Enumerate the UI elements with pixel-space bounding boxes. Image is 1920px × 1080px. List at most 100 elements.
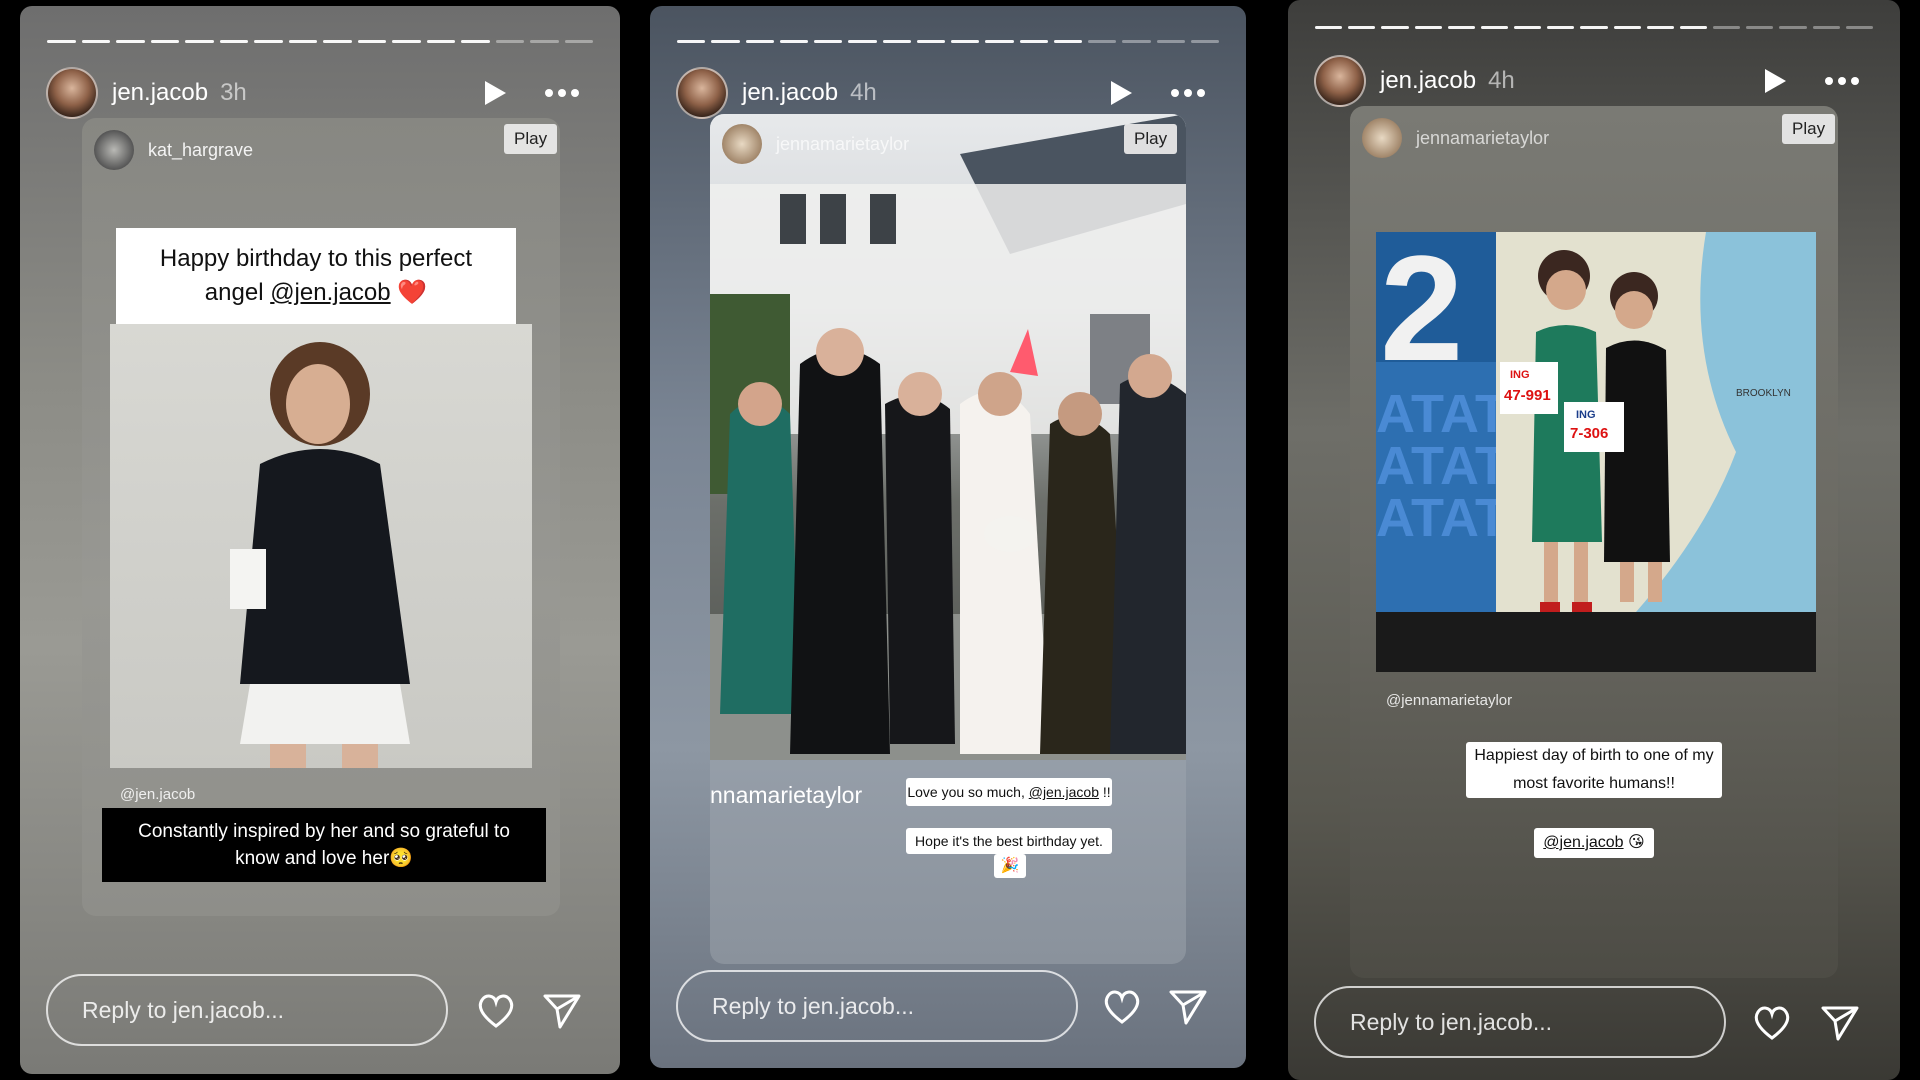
card-avatar[interactable] <box>1362 118 1402 158</box>
reply-placeholder: Reply to jen.jacob... <box>712 992 915 1019</box>
progress-segment <box>323 40 352 43</box>
play-button[interactable]: Play <box>504 124 558 154</box>
reshared-story-card[interactable]: jennamarietaylor Play 2 ATAT ATAT ATAT B… <box>1350 106 1838 978</box>
reply-input[interactable]: Reply to jen.jacob... <box>1314 986 1726 1058</box>
progress-segment <box>1547 26 1575 29</box>
story-progress-bar <box>47 40 593 43</box>
username[interactable]: jen.jacob <box>112 79 208 107</box>
post-time: 3h <box>220 79 247 106</box>
mention-link[interactable]: @jen.jacob <box>1029 784 1099 800</box>
heart-icon[interactable] <box>1102 988 1142 1026</box>
story-panel-3: jen.jacob 4h jennamarietaylor Play 2 ATA… <box>1288 0 1900 1080</box>
mention-link[interactable]: @jen.jacob <box>1543 834 1623 851</box>
heart-icon[interactable] <box>1752 1004 1792 1042</box>
story-header: jen.jacob 4h <box>676 66 1220 120</box>
story-header: jen.jacob 4h <box>1314 54 1874 108</box>
portrait-photo <box>110 324 532 768</box>
heart-icon[interactable] <box>476 992 516 1030</box>
love-sticker: Love you so much, @jen.jacob !! <box>906 778 1112 806</box>
wall-text: ATAT <box>1376 384 1508 444</box>
progress-segment <box>1812 26 1840 29</box>
birthday-sticker: Hope it's the best birthday yet. <box>906 828 1112 854</box>
progress-segment <box>951 40 980 43</box>
more-icon[interactable] <box>1170 88 1206 98</box>
progress-segment <box>288 40 317 43</box>
card-avatar[interactable] <box>94 130 134 170</box>
party-emoji-sticker: 🎉 <box>994 854 1026 878</box>
send-icon[interactable] <box>1168 988 1208 1026</box>
progress-segment <box>1348 26 1376 29</box>
progress-segment <box>495 40 524 43</box>
reshared-story-card[interactable]: kat_hargrave Play Happy birthday to this… <box>82 118 560 916</box>
progress-segment <box>1088 40 1117 43</box>
progress-segment <box>1053 40 1082 43</box>
bib-label: ING <box>1510 369 1530 381</box>
post-time: 4h <box>850 79 877 106</box>
avatar[interactable] <box>1314 55 1366 107</box>
play-button[interactable]: Play <box>1124 124 1178 154</box>
reply-placeholder: Reply to jen.jacob... <box>1350 1008 1553 1035</box>
progress-segment <box>1845 26 1873 29</box>
post-time: 4h <box>1488 67 1515 94</box>
heart-emoji: ❤️ <box>397 279 428 306</box>
reply-placeholder: Reply to jen.jacob... <box>82 996 285 1023</box>
sticker-text: Happiest day of birth to one of my <box>1474 747 1714 764</box>
reply-input[interactable]: Reply to jen.jacob... <box>46 974 448 1046</box>
card-username[interactable]: jennamarietaylor <box>776 134 909 155</box>
username[interactable]: jen.jacob <box>742 79 838 107</box>
progress-segment <box>47 40 76 43</box>
progress-segment <box>985 40 1014 43</box>
send-icon[interactable] <box>542 992 582 1030</box>
reshared-story-card[interactable]: jennamarietaylor Play nnamarietaylor Lov… <box>710 114 1186 964</box>
wall-text: ATAT <box>1376 436 1508 496</box>
card-username[interactable]: jennamarietaylor <box>1416 128 1549 149</box>
send-icon[interactable] <box>1820 1004 1860 1042</box>
play-icon[interactable] <box>482 79 508 107</box>
progress-segment <box>745 40 774 43</box>
progress-segment <box>426 40 455 43</box>
progress-segment <box>1514 26 1542 29</box>
progress-segment <box>219 40 248 43</box>
story-progress-bar <box>677 40 1219 43</box>
play-icon[interactable] <box>1108 79 1134 107</box>
more-icon[interactable] <box>1824 76 1860 86</box>
marathon-photo: 2 ATAT ATAT ATAT BROOKLYN ING 47-991 ING… <box>1376 232 1816 672</box>
progress-segment <box>530 40 559 43</box>
reply-input[interactable]: Reply to jen.jacob... <box>676 970 1078 1042</box>
bib-label: ING <box>1576 409 1596 421</box>
more-icon[interactable] <box>544 88 580 98</box>
progress-segment <box>1019 40 1048 43</box>
progress-segment <box>81 40 110 43</box>
sticker-text: Hope it's the best birthday yet. <box>915 833 1103 849</box>
wedding-group-photo <box>710 114 1186 760</box>
avatar[interactable] <box>46 67 98 119</box>
sticker-text: !! <box>1099 784 1111 800</box>
caption-sticker: Happy birthday to this perfect angel @je… <box>116 228 516 324</box>
play-icon[interactable] <box>1762 67 1788 95</box>
bottom-caption-sticker: Constantly inspired by her and so gratef… <box>102 808 546 882</box>
card-username[interactable]: kat_hargrave <box>148 140 253 161</box>
card-avatar[interactable] <box>722 124 762 164</box>
progress-segment <box>779 40 808 43</box>
caption-text: angel <box>204 279 271 306</box>
photo-tag[interactable]: @jennamarietaylor <box>1386 692 1512 709</box>
story-progress-bar <box>1315 26 1873 29</box>
progress-segment <box>1580 26 1608 29</box>
party-emoji: 🎉 <box>1000 857 1020 874</box>
bib-number: 47-991 <box>1504 387 1551 404</box>
photo-tag[interactable]: @jen.jacob <box>120 786 195 803</box>
progress-segment <box>1746 26 1774 29</box>
avatar[interactable] <box>676 67 728 119</box>
username[interactable]: jen.jacob <box>1380 67 1476 95</box>
story-panel-1: jen.jacob 3h kat_hargrave Play Happy bir… <box>20 6 620 1074</box>
sticker-text: most favorite humans!! <box>1513 775 1675 792</box>
sticker-text: Love you so much, <box>907 784 1029 800</box>
progress-segment <box>357 40 386 43</box>
author-handle[interactable]: nnamarietaylor <box>710 782 862 809</box>
play-button[interactable]: Play <box>1782 114 1836 144</box>
mention-link[interactable]: @jen.jacob <box>270 279 390 306</box>
wall-text: ATAT <box>1376 488 1508 548</box>
progress-segment <box>711 40 740 43</box>
progress-segment <box>461 40 490 43</box>
story-header: jen.jacob 3h <box>46 66 594 120</box>
